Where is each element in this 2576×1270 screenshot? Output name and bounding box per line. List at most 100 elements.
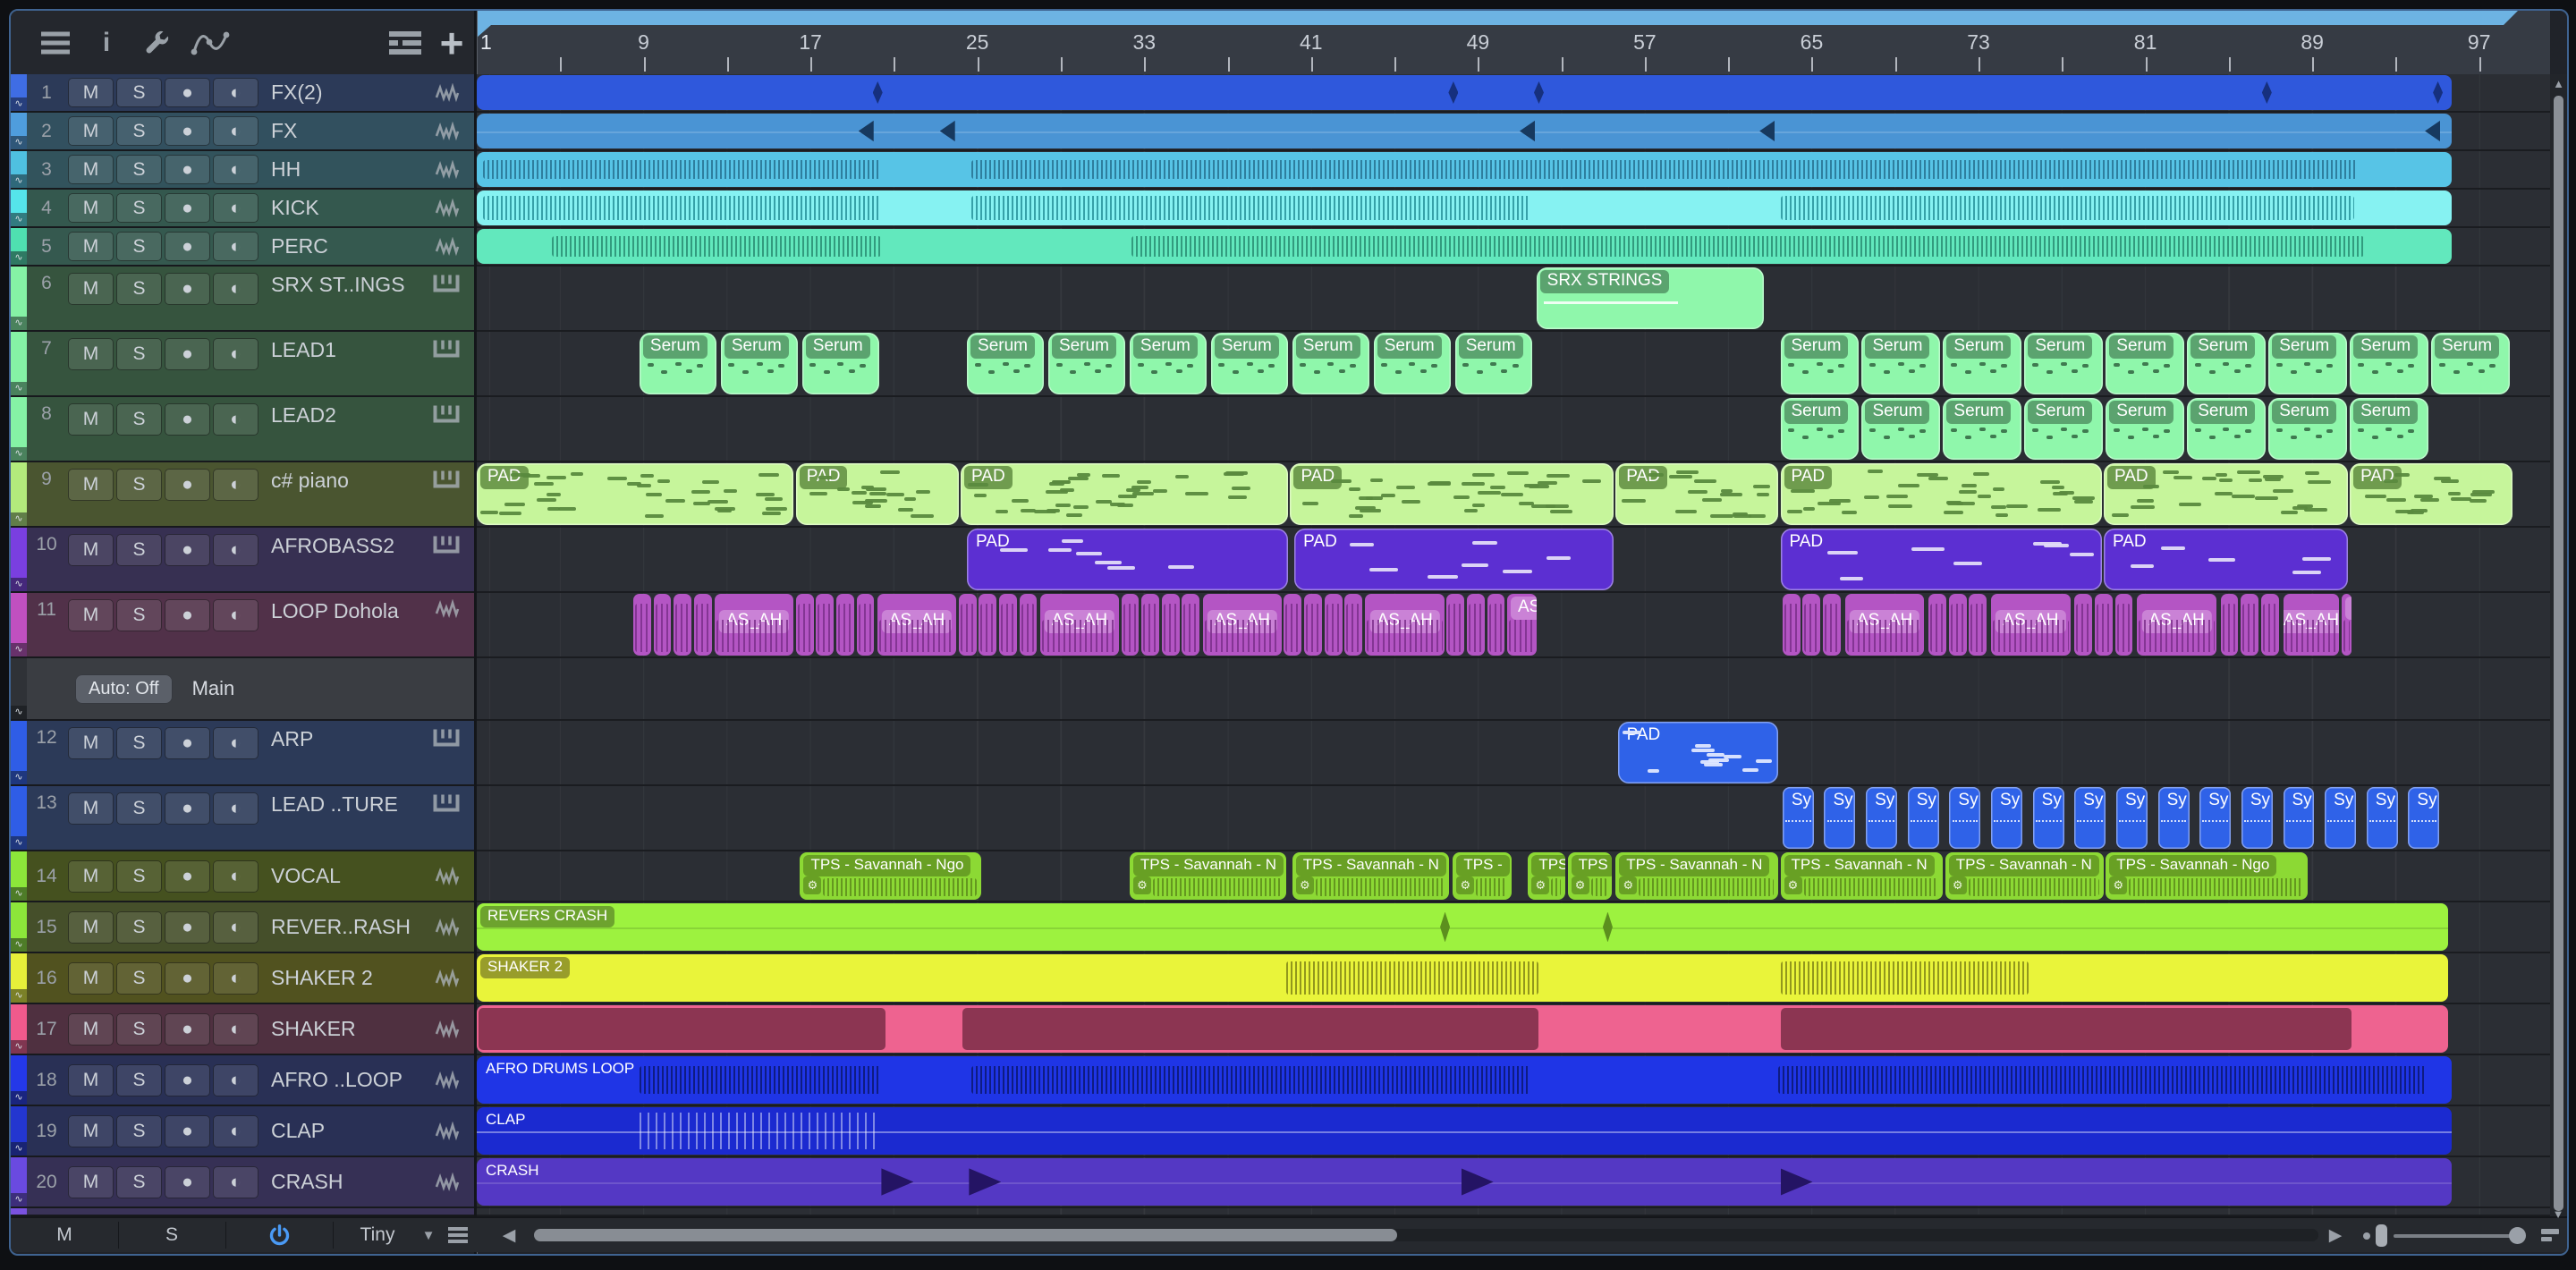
clip-sy[interactable]: Sy [2408, 787, 2440, 849]
clip-as-ah[interactable]: AS_AH [1202, 594, 1283, 656]
clip-tps-savannah-n[interactable]: TPS - Savannah - N ⚙ [1615, 852, 1779, 900]
scroll-right-icon[interactable]: ▶ [2322, 1218, 2349, 1252]
clip-serum[interactable]: Serum [1047, 333, 1126, 394]
clip-sy[interactable]: Sy [1866, 787, 1898, 849]
record-arm-button[interactable]: ● [165, 78, 210, 107]
vertical-scrollbar[interactable]: ▲ [2550, 74, 2567, 1216]
clip-pad[interactable]: PAD [477, 463, 794, 525]
clip-as-ah[interactable]: AS_AH [1365, 594, 1445, 656]
clip[interactable] [477, 75, 2453, 110]
clip-serum[interactable]: Serum [2350, 398, 2428, 460]
mute-button[interactable]: M [68, 78, 114, 107]
mute-button[interactable]: M [68, 910, 114, 944]
track-header-lead1[interactable]: ∿ 7 M S ● ◐ LEAD1 [11, 332, 474, 397]
clip-sy[interactable]: Sy [1949, 787, 1981, 849]
clip[interactable] [1969, 594, 1987, 656]
arrange-row-auto[interactable] [477, 658, 2550, 721]
track-color-strip[interactable]: ∿ [11, 902, 27, 952]
monitor-button[interactable]: ◐ [213, 599, 258, 631]
arrange-row-sliver[interactable] [477, 1208, 2550, 1216]
solo-button[interactable]: S [116, 469, 162, 501]
solo-button[interactable]: S [116, 403, 162, 436]
track-list-icon[interactable] [383, 11, 428, 74]
solo-button[interactable]: S [116, 727, 162, 759]
clip[interactable] [1948, 594, 1967, 656]
mute-button[interactable]: M [68, 116, 114, 146]
clip-pad[interactable]: PAD [961, 463, 1289, 525]
monitor-button[interactable]: ◐ [213, 155, 258, 184]
solo-button[interactable]: S [116, 116, 162, 146]
automation-expand-icon[interactable]: ∿ [11, 1142, 27, 1156]
solo-button[interactable]: S [116, 232, 162, 261]
clip-shaker[interactable]: SHAKER [477, 1005, 2448, 1053]
record-arm-button[interactable]: ● [165, 599, 210, 631]
clip-pad[interactable]: PAD [2103, 463, 2348, 525]
clip-sy[interactable]: Sy [2032, 787, 2064, 849]
clip-pad[interactable]: PAD [2350, 463, 2513, 525]
automation-expand-icon[interactable]: ∿ [11, 512, 27, 526]
clip-serum[interactable]: Serum [720, 333, 799, 394]
track-color-strip[interactable]: ∿ [11, 1004, 27, 1054]
solo-button[interactable]: S [116, 961, 162, 995]
track-color-strip[interactable]: ∿ [11, 397, 27, 461]
track-header-srx-st-ings[interactable]: ∿ 6 M S ● ◐ SRX ST..INGS [11, 267, 474, 332]
track-header-fx-2[interactable]: ∿ 1 M S ● ◐ FX(2) [11, 74, 474, 113]
arrange-row-arp[interactable] [477, 721, 2550, 786]
automation-expand-icon[interactable]: ∿ [11, 174, 27, 188]
clip-as-ah[interactable]: AS_AH [2283, 594, 2340, 656]
automation-expand-icon[interactable]: ∿ [11, 136, 27, 149]
mute-button[interactable]: M [68, 1012, 114, 1046]
solo-button[interactable]: S [116, 1114, 162, 1147]
clip[interactable] [1161, 594, 1180, 656]
clip-serum[interactable]: Serum [639, 333, 717, 394]
clip-pad[interactable]: PAD [1290, 463, 1614, 525]
mute-button[interactable]: M [68, 727, 114, 759]
clip[interactable] [1467, 594, 1485, 656]
clip-pad[interactable]: PAD [1780, 463, 2102, 525]
clip[interactable] [2220, 594, 2239, 656]
clip-serum[interactable]: Serum [2187, 398, 2266, 460]
track-header-afrobass2[interactable]: ∿ 10 M S ● ◐ AFROBASS2 [11, 528, 474, 593]
monitor-button[interactable]: ◐ [213, 727, 258, 759]
solo-button[interactable]: S [116, 859, 162, 893]
automation-curve-icon[interactable] [186, 11, 234, 74]
automation-expand-icon[interactable]: ∿ [11, 578, 27, 591]
track-header-shaker-2[interactable]: ∿ 16 M S ● ◐ SHAKER 2 [11, 953, 474, 1004]
track-color-strip[interactable]: ∿ [11, 1055, 27, 1105]
automation-expand-icon[interactable]: ∿ [11, 989, 27, 1003]
arrange-area[interactable]: SRX STRINGS Serum Serum Serum Serum Serum Seru… [477, 74, 2550, 1216]
clip-srx-strings[interactable]: SRX STRINGS [1536, 267, 1764, 329]
clip-tps-savannah-n[interactable]: TPS - Savannah - N ⚙ [1780, 852, 1944, 900]
clip-serum[interactable]: Serum [2350, 333, 2428, 394]
monitor-button[interactable]: ◐ [213, 534, 258, 566]
wrench-icon[interactable] [134, 11, 179, 74]
clip-pad[interactable]: PAD [1780, 529, 2102, 590]
clip-[interactable]: / [2341, 594, 2352, 656]
track-row-partial[interactable] [11, 1208, 474, 1216]
clip[interactable] [795, 594, 814, 656]
automation-master-row[interactable]: ∿ Auto: Off Main [11, 658, 474, 721]
record-arm-button[interactable]: ● [165, 910, 210, 944]
clip-pad[interactable]: PAD [1617, 722, 1779, 783]
clip[interactable] [2241, 594, 2258, 656]
solo-button[interactable]: S [116, 78, 162, 107]
mute-button[interactable]: M [68, 792, 114, 825]
clip[interactable] [2260, 594, 2279, 656]
monitor-button[interactable]: ◐ [213, 116, 258, 146]
clip-serum[interactable]: Serum [967, 333, 1045, 394]
clip-serum[interactable]: Serum [1129, 333, 1208, 394]
record-arm-button[interactable]: ● [165, 1012, 210, 1046]
clip[interactable] [1324, 594, 1343, 656]
monitor-button[interactable]: ◐ [213, 1165, 258, 1198]
clip[interactable] [1304, 594, 1322, 656]
clip-serum[interactable]: Serum [1780, 333, 1859, 394]
add-track-icon[interactable]: + [431, 11, 472, 74]
info-icon[interactable]: i [91, 11, 122, 74]
solo-button[interactable]: S [116, 792, 162, 825]
track-header-afro-loop[interactable]: ∿ 18 M S ● ◐ AFRO ..LOOP [11, 1055, 474, 1106]
automation-expand-icon[interactable]: ∿ [11, 771, 27, 784]
solo-button[interactable]: S [116, 599, 162, 631]
automation-expand-icon[interactable]: ∿ [11, 1193, 27, 1206]
automation-expand-icon[interactable]: ∿ [11, 643, 27, 656]
clip-tps-savannah-n[interactable]: TPS - Savannah - N ⚙ [1292, 852, 1449, 900]
